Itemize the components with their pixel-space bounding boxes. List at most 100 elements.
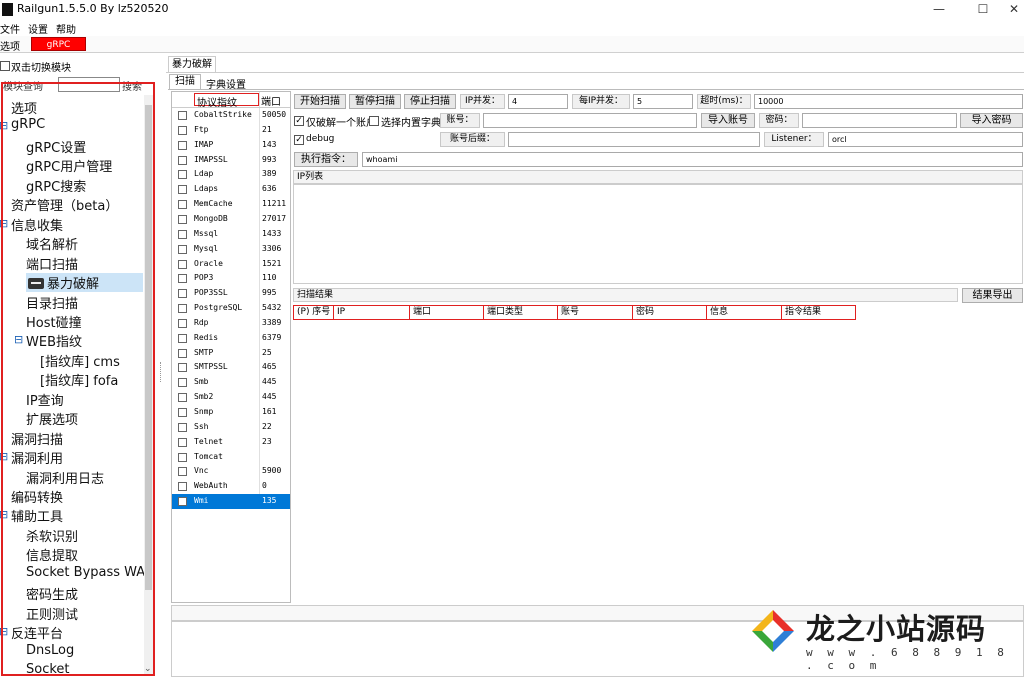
- protocol-row[interactable]: Vnc 5900: [172, 464, 290, 479]
- password-input[interactable]: [802, 113, 957, 128]
- protocol-checkbox[interactable]: [178, 437, 187, 447]
- protocol-checkbox[interactable]: [178, 393, 187, 403]
- tree-item[interactable]: Host碰撞: [26, 312, 82, 331]
- tree-item[interactable]: 正则测试: [26, 604, 78, 623]
- protocol-checkbox[interactable]: [178, 125, 187, 135]
- tree-item[interactable]: gRPC设置: [26, 137, 86, 156]
- scroll-down-icon[interactable]: ⌄: [144, 664, 152, 674]
- protocol-checkbox[interactable]: [178, 467, 187, 477]
- menu-help[interactable]: 帮助: [56, 21, 76, 36]
- tree-item[interactable]: 漏洞利用日志: [26, 468, 104, 487]
- results-table-body[interactable]: [293, 320, 1023, 603]
- protocol-checkbox[interactable]: [178, 229, 187, 239]
- protocol-row[interactable]: Snmp 161: [172, 405, 290, 420]
- export-results-button[interactable]: 结果导出: [962, 288, 1023, 303]
- minimize-button[interactable]: —: [922, 0, 956, 19]
- protocol-row[interactable]: Rdp 3389: [172, 316, 290, 331]
- tree-collapse-icon[interactable]: ⊟: [14, 333, 23, 346]
- protocol-row[interactable]: Mysql 3306: [172, 242, 290, 257]
- column-header-account[interactable]: 账号: [558, 306, 633, 319]
- protocol-checkbox[interactable]: [178, 155, 187, 165]
- tab-grpc[interactable]: gRPC: [31, 37, 86, 51]
- tree-item[interactable]: [指纹库] cms: [40, 351, 120, 370]
- tree-item[interactable]: IP查询: [26, 390, 64, 409]
- protocol-row[interactable]: WebAuth 0: [172, 479, 290, 494]
- import-password-button[interactable]: 导入密码: [960, 113, 1023, 128]
- tree-item[interactable]: gRPC搜索: [26, 176, 86, 195]
- tree-item[interactable]: Socket Bypass WAF: [26, 565, 153, 580]
- exec-command-input[interactable]: whoami: [362, 152, 1023, 167]
- protocol-row[interactable]: Ftp 21: [172, 123, 290, 138]
- tree-item[interactable]: 目录扫描: [26, 293, 78, 312]
- ip-concurrency-input[interactable]: 4: [508, 94, 568, 109]
- account-suffix-input[interactable]: [508, 132, 760, 147]
- protocol-row[interactable]: SMTPSSL 465: [172, 360, 290, 375]
- protocol-row[interactable]: Tomcat: [172, 450, 290, 465]
- protocol-checkbox[interactable]: [178, 378, 187, 388]
- module-search-input[interactable]: [58, 77, 120, 92]
- subtab-scan[interactable]: 扫描: [169, 74, 201, 90]
- menu-file[interactable]: 文件: [0, 21, 20, 36]
- protocol-checkbox[interactable]: [178, 348, 187, 358]
- protocol-checkbox[interactable]: [178, 318, 187, 328]
- tree-item[interactable]: 扩展选项: [26, 409, 78, 428]
- column-header-protocol[interactable]: 协议指纹: [194, 93, 259, 109]
- tree-item[interactable]: [指纹库] fofa: [40, 370, 118, 389]
- tree-item[interactable]: Socket: [26, 662, 70, 677]
- column-header-info[interactable]: 信息: [707, 306, 782, 319]
- tree-collapse-icon[interactable]: ⊟: [0, 508, 8, 521]
- tree-item[interactable]: 暴力破解: [26, 273, 143, 293]
- protocol-row[interactable]: POP3SSL 995: [172, 286, 290, 301]
- protocol-row[interactable]: Mssql 1433: [172, 227, 290, 242]
- protocol-row[interactable]: Ldap 389: [172, 167, 290, 182]
- protocol-checkbox[interactable]: [178, 111, 187, 120]
- protocol-row[interactable]: Ssh 22: [172, 420, 290, 435]
- tree-item[interactable]: gRPC用户管理: [26, 156, 112, 175]
- account-input[interactable]: [483, 113, 697, 128]
- protocol-row[interactable]: CobaltStrike 50050: [172, 108, 290, 123]
- column-header-port[interactable]: 端口: [410, 306, 484, 319]
- column-header-command-result[interactable]: 指令结果: [782, 306, 855, 319]
- protocol-row[interactable]: PostgreSQL 5432: [172, 301, 290, 316]
- protocol-checkbox[interactable]: [178, 259, 187, 269]
- protocol-row[interactable]: IMAP 143: [172, 138, 290, 153]
- column-header-port-type[interactable]: 端口类型: [484, 306, 558, 319]
- protocol-checkbox[interactable]: [178, 408, 187, 417]
- protocol-checkbox[interactable]: [178, 140, 187, 150]
- protocol-checkbox[interactable]: [178, 482, 187, 492]
- tree-item[interactable]: DnsLog: [26, 643, 74, 658]
- builtin-dict-checkbox[interactable]: [369, 116, 379, 126]
- dblclick-switch-checkbox[interactable]: [0, 61, 10, 71]
- protocol-checkbox[interactable]: [178, 497, 187, 507]
- tree-item[interactable]: 选项: [11, 98, 37, 117]
- protocol-checkbox[interactable]: [178, 304, 187, 314]
- module-search-button[interactable]: 搜索: [122, 78, 142, 93]
- protocol-checkbox[interactable]: [178, 170, 187, 180]
- start-scan-button[interactable]: 开始扫描: [294, 94, 346, 109]
- tree-item[interactable]: 资产管理（beta）: [11, 195, 118, 214]
- protocol-row[interactable]: Oracle 1521: [172, 257, 290, 272]
- column-header-password[interactable]: 密码: [633, 306, 707, 319]
- tree-item[interactable]: 辅助工具: [11, 506, 63, 525]
- tree-scrollbar-thumb[interactable]: [145, 105, 152, 590]
- tree-item[interactable]: WEB指纹: [26, 331, 82, 350]
- per-ip-concurrency-input[interactable]: 5: [633, 94, 693, 109]
- column-header-index[interactable]: (P) 序号: [294, 306, 334, 319]
- protocol-row[interactable]: Smb2 445: [172, 390, 290, 405]
- tree-collapse-icon[interactable]: ⊟: [0, 450, 8, 463]
- protocol-checkbox[interactable]: [178, 289, 187, 299]
- tree-item[interactable]: 密码生成: [26, 584, 78, 603]
- close-button[interactable]: ✕: [1004, 0, 1024, 19]
- protocol-row[interactable]: Smb 445: [172, 375, 290, 390]
- tree-item[interactable]: 漏洞利用: [11, 448, 63, 467]
- protocol-checkbox[interactable]: [178, 333, 187, 343]
- protocol-row[interactable]: Wmi 135: [172, 494, 290, 510]
- import-account-button[interactable]: 导入账号: [701, 113, 755, 128]
- protocol-checkbox[interactable]: [178, 214, 187, 224]
- pause-scan-button[interactable]: 暂停扫描: [349, 94, 401, 109]
- module-tab-brute-force[interactable]: 暴力破解: [168, 56, 216, 72]
- timeout-input[interactable]: 10000: [754, 94, 1023, 109]
- column-header-ip[interactable]: IP: [334, 306, 410, 319]
- menu-settings[interactable]: 设置: [28, 21, 48, 36]
- tree-item[interactable]: 信息提取: [26, 545, 78, 564]
